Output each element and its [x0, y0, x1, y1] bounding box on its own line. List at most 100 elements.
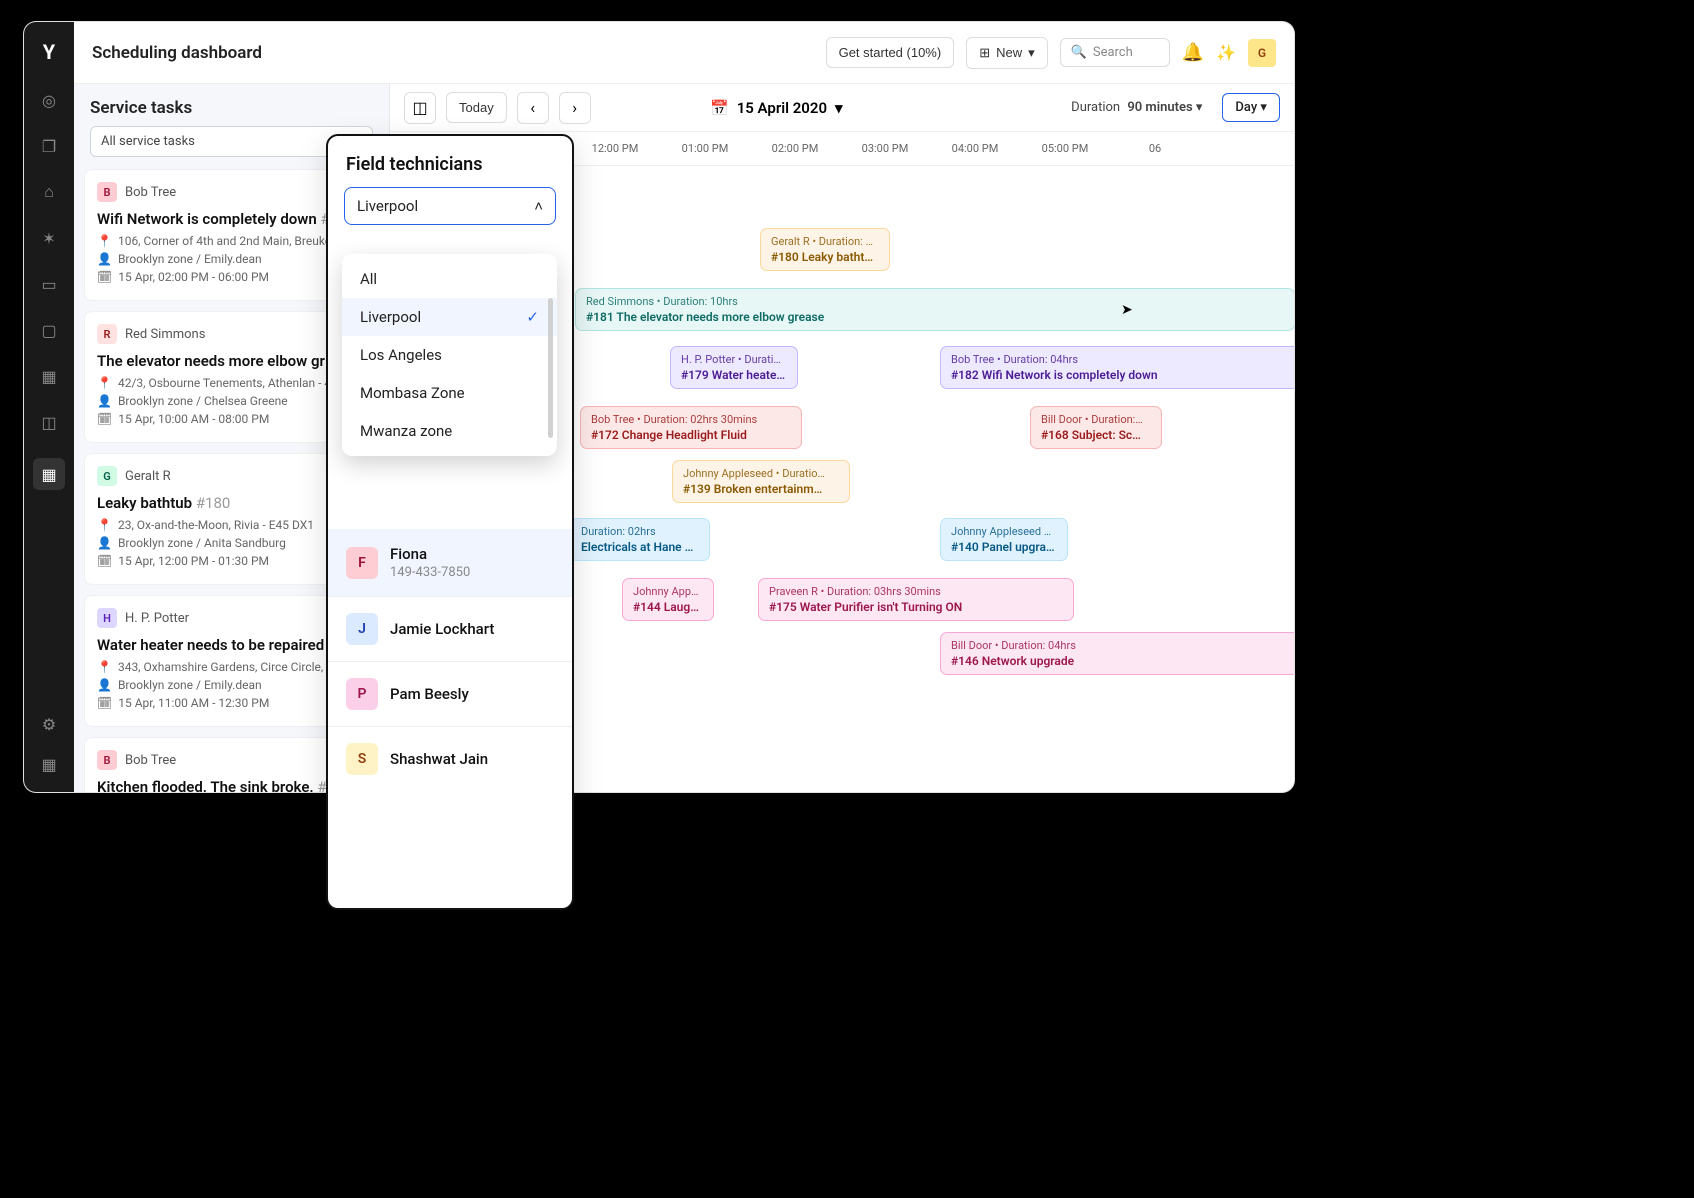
event-title: #175 Water Purifier isn't Turning ON — [769, 600, 1063, 614]
event-ticket: #182 — [951, 368, 979, 382]
technician-initial-badge: P — [346, 678, 378, 710]
assignee-initial-badge: G — [97, 466, 117, 486]
assignee-initial-badge: H — [97, 608, 117, 628]
technician-info: Shashwat Jain — [390, 750, 488, 768]
location-icon: 📍 — [97, 660, 112, 674]
scheduled-event[interactable]: Bill Door • Duration: 04hrs#146 Network … — [940, 632, 1294, 675]
dropdown-scrollbar[interactable] — [548, 298, 553, 438]
next-day-button[interactable]: › — [559, 92, 591, 124]
zone-option[interactable]: Los Angeles — [342, 336, 557, 374]
new-button[interactable]: ⊞ New ▾ — [966, 37, 1047, 69]
check-icon: ✓ — [526, 308, 539, 326]
event-ticket: #139 — [683, 482, 711, 496]
technician-item[interactable]: F Fiona 149-433-7850 — [328, 529, 572, 596]
prev-day-button[interactable]: ‹ — [517, 92, 549, 124]
event-ticket: #144 — [633, 600, 661, 614]
scheduled-event[interactable]: H. P. Potter • Durati…#179 Water heate… — [670, 346, 798, 389]
scheduled-event[interactable]: Geralt R • Duration: …#180 Leaky batht… — [760, 228, 890, 271]
time-column-label: 06 — [1110, 142, 1200, 155]
assignee-name: Bob Tree — [125, 753, 176, 768]
technician-name: Fiona — [390, 545, 470, 563]
event-meta: Geralt R • Duration: … — [771, 235, 879, 248]
technician-info: Pam Beesly — [390, 685, 469, 703]
nav-icon-assets[interactable]: ▦ — [39, 366, 59, 386]
page-title: Scheduling dashboard — [92, 43, 262, 63]
event-ticket: #181 — [586, 310, 614, 324]
event-meta: Duration: 02hrs — [581, 525, 699, 538]
zone-option-label: Liverpool — [360, 308, 421, 326]
scheduled-event[interactable]: Johnny Appleseed • Duratio…#139 Broken e… — [672, 460, 850, 503]
time-column-label: 04:00 PM — [930, 142, 1020, 155]
view-mode-select[interactable]: Day ▾ — [1222, 93, 1280, 122]
time-column-label: 02:00 PM — [750, 142, 840, 155]
technician-item[interactable]: P Pam Beesly — [328, 661, 572, 726]
popover-title: Field technicians — [328, 136, 572, 187]
nav-icon-contacts[interactable]: ⌂ — [39, 182, 59, 202]
zone-select[interactable]: Liverpool ˄ — [344, 187, 556, 225]
scheduled-event[interactable]: Bob Tree • Duration: 04hrs#182 Wifi Netw… — [940, 346, 1294, 389]
scheduled-event[interactable]: Bob Tree • Duration: 02hrs 30mins#172 Ch… — [580, 406, 802, 449]
technician-phone: 149-433-7850 — [390, 565, 470, 580]
nav-icon-settings[interactable]: ⚙ — [39, 714, 59, 734]
event-title: #182 Wifi Network is completely down — [951, 368, 1289, 382]
topbar: Scheduling dashboard Get started (10%) ⊞… — [74, 22, 1294, 84]
scheduled-event[interactable]: Praveen R • Duration: 03hrs 30mins#175 W… — [758, 578, 1074, 621]
technician-info: Fiona 149-433-7850 — [390, 545, 470, 580]
event-meta: Red Simmons • Duration: 10hrs — [586, 295, 1284, 308]
assignee-initial-badge: B — [97, 182, 117, 202]
scheduled-event[interactable]: Red Simmons • Duration: 10hrs#181 The el… — [575, 288, 1294, 331]
calendar-icon: 📅 — [710, 99, 729, 117]
scheduled-event[interactable]: Bill Door • Duration:…#168 Subject: Sc… — [1030, 406, 1162, 449]
calendar-icon: 🗓 — [97, 554, 112, 568]
event-ticket: #146 — [951, 654, 979, 668]
assignee-name: Red Simmons — [125, 327, 205, 342]
assignee-name: Geralt R — [125, 469, 171, 484]
sparkle-icon[interactable]: ✨ — [1216, 43, 1236, 62]
search-input[interactable]: 🔍 Search — [1060, 38, 1170, 67]
scheduled-event[interactable]: Johnny App…#144 Laug… — [622, 578, 714, 621]
duration-label: Duration — [1071, 100, 1120, 115]
duration-selector[interactable]: Duration 90 minutes ▾ — [1071, 100, 1202, 115]
zone-option-label: Mombasa Zone — [360, 384, 465, 402]
technician-item[interactable]: S Shashwat Jain — [328, 726, 572, 791]
time-column-label: 05:00 PM — [1020, 142, 1110, 155]
scheduled-event[interactable]: Johnny Appleseed …#140 Panel upgra… — [940, 518, 1068, 561]
zone-option[interactable]: Liverpool ✓ — [342, 298, 557, 336]
nav-icon-chat[interactable]: ▢ — [39, 320, 59, 340]
technician-initial-badge: S — [346, 743, 378, 775]
technician-item[interactable]: J Jamie Lockhart — [328, 596, 572, 661]
user-avatar[interactable]: G — [1248, 39, 1276, 67]
nav-icon-kb[interactable]: ▭ — [39, 274, 59, 294]
location-icon: 📍 — [97, 234, 112, 248]
event-meta: Bob Tree • Duration: 02hrs 30mins — [591, 413, 791, 426]
zone-option[interactable]: All — [342, 260, 557, 298]
nav-icon-reports[interactable]: ◫ — [39, 412, 59, 432]
assignee-name: H. P. Potter — [125, 611, 189, 626]
zone-dropdown-menu: All Liverpool ✓ Los Angeles Mombasa Zone Mwan… — [342, 254, 557, 456]
event-title: #144 Laug… — [633, 600, 703, 614]
event-ticket: #172 — [591, 428, 619, 442]
scheduled-event[interactable]: Duration: 02hrs Electricals at Hane … — [570, 518, 710, 561]
zone-option-label: Los Angeles — [360, 346, 442, 364]
person-icon: 👤 — [97, 536, 112, 550]
technician-initial-badge: F — [346, 547, 378, 579]
zone-option[interactable]: Mwanza zone — [342, 412, 557, 450]
calendar-icon: 🗓 — [97, 696, 112, 710]
nav-icon-tickets[interactable]: ❐ — [39, 136, 59, 156]
nav-icon-network[interactable]: ✶ — [39, 228, 59, 248]
event-ticket: #175 — [769, 600, 797, 614]
assignee-initial-badge: R — [97, 324, 117, 344]
nav-icon-schedule[interactable]: ▦ — [33, 458, 65, 490]
assignee-initial-badge: B — [97, 750, 117, 770]
nav-icon-apps[interactable]: ▦ — [39, 754, 59, 774]
get-started-button[interactable]: Get started (10%) — [826, 37, 955, 68]
plus-icon: ⊞ — [979, 45, 990, 61]
nav-icon-dashboard[interactable]: ◎ — [39, 90, 59, 110]
event-meta: Johnny Appleseed … — [951, 525, 1057, 538]
current-date[interactable]: 📅 15 April 2020 ▾ — [710, 99, 843, 117]
notifications-icon[interactable]: 🔔 — [1182, 42, 1204, 63]
zone-option[interactable]: Mombasa Zone — [342, 374, 557, 412]
toggle-panel-button[interactable]: ◫ — [404, 92, 436, 124]
event-title: Electricals at Hane … — [581, 540, 699, 554]
today-button[interactable]: Today — [446, 92, 507, 123]
